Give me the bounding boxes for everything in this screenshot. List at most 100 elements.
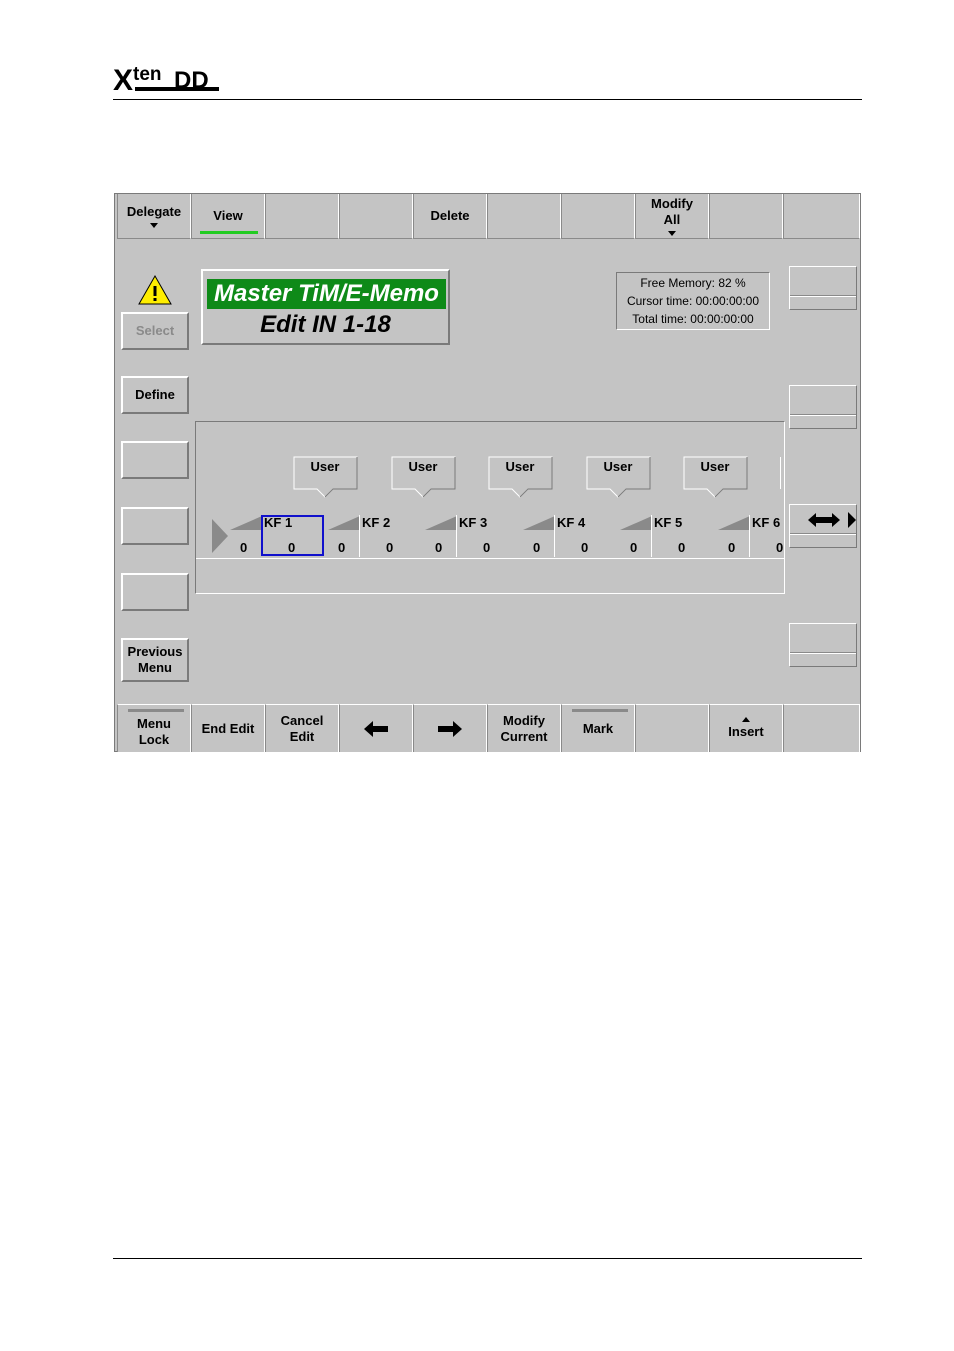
previous-menu-button[interactable]: Previous Menu [121, 638, 189, 682]
kf-divider [749, 515, 750, 557]
delegate-label: Delegate [126, 204, 182, 219]
user-flag-3[interactable]: User [488, 456, 553, 498]
bottom-blank-button-8[interactable] [635, 704, 709, 752]
end-edit-button[interactable]: End Edit [191, 704, 265, 752]
keyframe-kf1[interactable]: 0 KF 1 0 [230, 515, 327, 557]
kf-divider [456, 515, 457, 557]
kf-left-value: 0 [630, 540, 638, 555]
up-arrow-icon [742, 717, 750, 722]
previous-keyframe-button[interactable] [339, 704, 413, 752]
svg-text:ten: ten [133, 64, 162, 85]
define-button[interactable]: Define [121, 376, 189, 414]
time-memo-editor-panel: Delegate View Delete Modify All Select D… [114, 193, 861, 752]
modify-current-label: Modify Current [500, 712, 548, 744]
kf-right-value: 0 [483, 540, 491, 555]
kf-divider [651, 515, 652, 557]
top-blank-button-7[interactable] [561, 194, 635, 239]
user-flag-1[interactable]: User [293, 456, 358, 498]
modify-current-button[interactable]: Modify Current [487, 704, 561, 752]
kf-left-value: 0 [533, 540, 541, 555]
dropdown-arrow-icon [668, 231, 676, 236]
menu-lock-button[interactable]: Menu Lock [117, 704, 191, 752]
keyframe-kf5[interactable]: 0 KF 5 0 [620, 515, 717, 557]
kf-right-value: 0 [776, 540, 784, 555]
kf-divider [554, 515, 555, 557]
top-blank-button-9[interactable] [709, 194, 783, 239]
user-flag-2[interactable]: User [391, 456, 456, 498]
kf-right-value: 0 [678, 540, 686, 555]
user-flag-5[interactable]: User [683, 456, 748, 498]
view-button[interactable]: View [191, 194, 265, 239]
delegate-button[interactable]: Delegate [117, 194, 191, 239]
free-memory-text: Free Memory: 82 % [640, 276, 746, 290]
kf-left-value: 0 [240, 540, 248, 555]
keyframe-kf3[interactable]: 0 KF 3 0 [425, 515, 522, 557]
mark-button[interactable]: Mark [561, 704, 635, 752]
dropdown-arrow-icon [150, 223, 158, 228]
select-button[interactable]: Select [121, 312, 189, 350]
keyframe-kf6[interactable]: 0 KF 6 0 [718, 515, 784, 557]
mark-label: Mark [582, 720, 614, 736]
kf-right-value: 0 [581, 540, 589, 555]
indicator-bar [572, 709, 628, 712]
delete-label: Delete [430, 208, 470, 223]
next-keyframe-button[interactable] [413, 704, 487, 752]
kf-left-value: 0 [728, 540, 736, 555]
kf-label: KF 6 [752, 515, 781, 530]
user-flag-partial [780, 457, 784, 489]
header-divider [113, 99, 862, 100]
user-flag-label: User [603, 459, 633, 474]
keyframe-kf4[interactable]: 0 KF 4 0 [523, 515, 620, 557]
warning-triangle-icon [137, 274, 173, 306]
kf-label: KF 5 [654, 515, 683, 530]
kf-left-value: 0 [435, 540, 443, 555]
top-blank-button-3[interactable] [265, 194, 339, 239]
xten-dd-logo: X ten DD [113, 60, 228, 97]
page-subtitle: Edit IN 1-18 [260, 311, 391, 338]
user-flag-label: User [505, 459, 535, 474]
kf-label: KF 4 [557, 515, 586, 530]
insert-button[interactable]: Insert [709, 704, 783, 752]
bottom-blank-button-10[interactable] [783, 704, 860, 752]
kf-label: KF 3 [459, 515, 488, 530]
indicator-bar [128, 709, 184, 712]
right-blank-button-2[interactable] [789, 385, 857, 429]
left-blank-button-3[interactable] [121, 573, 189, 611]
delete-button[interactable]: Delete [413, 194, 487, 239]
left-blank-button-1[interactable] [121, 441, 189, 479]
play-marker-icon [212, 519, 228, 558]
end-edit-label: End Edit [201, 720, 255, 736]
kf-right-value: 0 [386, 540, 394, 555]
user-flag-label: User [408, 459, 438, 474]
page-title: Master TiM/E-Memo [207, 279, 446, 309]
arrow-right-icon [438, 720, 462, 737]
kf-label: KF 1 [264, 515, 293, 530]
active-indicator [200, 231, 258, 234]
status-info-box: Free Memory: 82 % Cursor time: 00:00:00:… [616, 272, 770, 330]
kf-divider [359, 515, 360, 557]
keyframe-timeline: User User User User User 0 KF 1 0 0 KF 2… [195, 421, 785, 594]
right-blank-button-4[interactable] [789, 623, 857, 667]
define-label: Define [135, 387, 175, 402]
title-box: Master TiM/E-Memo Edit IN 1-18 [201, 269, 450, 345]
keyframe-kf2[interactable]: 0 KF 2 0 [328, 515, 425, 557]
right-blank-button-1[interactable] [789, 266, 857, 310]
cancel-edit-label: Cancel Edit [280, 712, 324, 744]
user-flag-4[interactable]: User [586, 456, 651, 498]
cancel-edit-button[interactable]: Cancel Edit [265, 704, 339, 752]
user-flag-label: User [700, 459, 730, 474]
total-time-text: Total time: 00:00:00:00 [632, 312, 754, 326]
select-label: Select [135, 323, 175, 338]
top-blank-button-10[interactable] [783, 194, 860, 239]
double-arrow-icon [808, 512, 856, 528]
kf-label: KF 2 [362, 515, 391, 530]
top-blank-button-4[interactable] [339, 194, 413, 239]
view-label: View [213, 208, 243, 223]
footer-divider [113, 1258, 862, 1259]
modify-all-button[interactable]: Modify All [635, 194, 709, 239]
left-blank-button-2[interactable] [121, 507, 189, 545]
scroll-arrows-button[interactable] [789, 504, 857, 548]
kf-left-value: 0 [338, 540, 346, 555]
kf-right-value: 0 [288, 540, 296, 555]
top-blank-button-6[interactable] [487, 194, 561, 239]
